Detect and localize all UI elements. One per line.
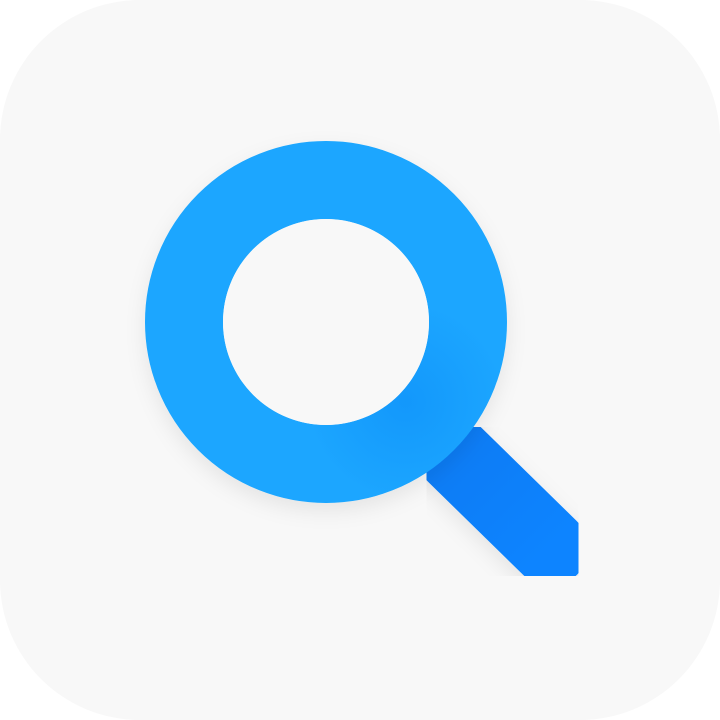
magnifying-glass-icon <box>145 141 588 586</box>
magnifier-handle <box>417 417 588 586</box>
app-icon-tile[interactable] <box>0 0 720 720</box>
magnifier-lens <box>223 219 429 425</box>
